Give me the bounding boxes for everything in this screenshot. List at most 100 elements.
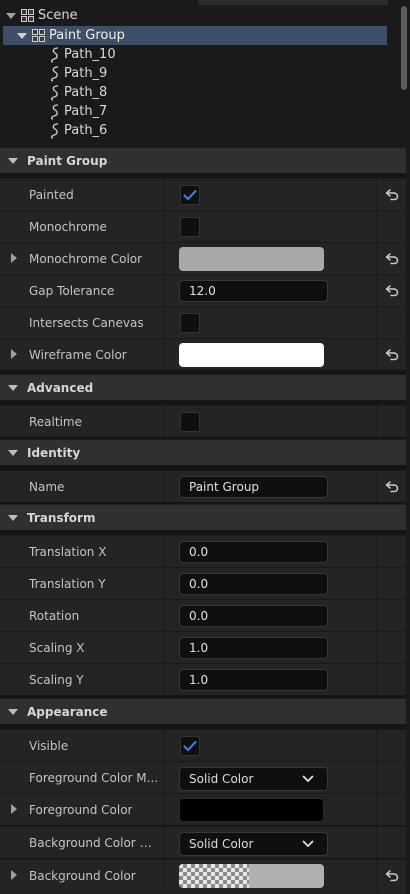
section-title: Appearance bbox=[27, 704, 108, 719]
expand-arrow-icon[interactable] bbox=[11, 349, 17, 359]
property-label: Name bbox=[29, 479, 65, 494]
property-label: Background Color bbox=[29, 868, 136, 883]
property-row-scaling-y: Scaling Y 1.0 bbox=[0, 663, 406, 695]
chevron-down-icon bbox=[302, 775, 314, 782]
reset-button[interactable] bbox=[378, 275, 406, 306]
paint-group-icon bbox=[32, 28, 46, 43]
reset-button[interactable] bbox=[378, 339, 406, 370]
section-header-appearance[interactable]: Appearance bbox=[0, 698, 406, 724]
property-row-gap-tolerance: Gap Tolerance 12.0 bbox=[0, 274, 406, 306]
property-row-translation-y: Translation Y 0.0 bbox=[0, 567, 406, 599]
details-scrollbar-track[interactable] bbox=[406, 146, 410, 894]
foreground-color-swatch[interactable] bbox=[179, 798, 324, 822]
tree-item-label: Scene bbox=[38, 8, 78, 23]
property-row-intersects-canvas: Intersects Canevas bbox=[0, 306, 406, 338]
collapse-arrow-icon[interactable] bbox=[8, 514, 18, 521]
checkmark-icon bbox=[183, 740, 197, 752]
realtime-checkbox[interactable] bbox=[180, 412, 200, 432]
painted-checkbox[interactable] bbox=[180, 185, 200, 205]
tree-item-label: Path_10 bbox=[64, 47, 116, 62]
property-label: Scaling Y bbox=[29, 672, 84, 687]
property-row-background-color-mode: Background Color M... Solid Color bbox=[0, 826, 406, 858]
outliner-scrollbar[interactable] bbox=[401, 6, 407, 90]
property-row-background-color: Background Color bbox=[0, 859, 406, 894]
collapse-arrow-icon[interactable] bbox=[8, 449, 18, 456]
name-input[interactable]: Paint Group bbox=[179, 476, 328, 498]
property-label: Foreground Color bbox=[29, 802, 133, 817]
tree-item-path[interactable]: Path_9 bbox=[49, 64, 107, 83]
property-label: Intersects Canevas bbox=[29, 315, 144, 330]
reset-button[interactable] bbox=[378, 243, 406, 274]
tree-item-scene[interactable]: Scene bbox=[6, 6, 78, 25]
tree-item-path[interactable]: Path_7 bbox=[49, 102, 107, 121]
tree-item-path[interactable]: Path_10 bbox=[49, 45, 116, 64]
property-row-visible: Visible bbox=[0, 729, 406, 761]
property-row-name: Name Paint Group bbox=[0, 470, 406, 502]
expand-arrow-icon[interactable] bbox=[11, 804, 17, 814]
reset-arrow-icon bbox=[385, 348, 399, 360]
tree-item-path[interactable]: Path_8 bbox=[49, 83, 107, 102]
property-row-scaling-x: Scaling X 1.0 bbox=[0, 631, 406, 663]
monochrome-checkbox[interactable] bbox=[180, 217, 200, 237]
scaling-x-input[interactable]: 1.0 bbox=[179, 637, 328, 659]
property-label: Foreground Color M... bbox=[29, 770, 159, 785]
property-row-foreground-color-mode: Foreground Color M... Solid Color bbox=[0, 761, 406, 793]
section-header-identity[interactable]: Identity bbox=[0, 439, 406, 465]
section-header-paint-group[interactable]: Paint Group bbox=[0, 147, 406, 173]
reset-arrow-icon bbox=[385, 869, 399, 881]
outliner-header-strip bbox=[198, 0, 388, 5]
property-label: Monochrome bbox=[29, 219, 107, 234]
expand-arrow-icon[interactable] bbox=[11, 253, 17, 263]
tree-item-path[interactable]: Path_6 bbox=[49, 121, 107, 140]
scaling-y-input[interactable]: 1.0 bbox=[179, 669, 328, 691]
expand-arrow-icon[interactable] bbox=[11, 870, 17, 880]
tree-item-label: Paint Group bbox=[49, 28, 125, 43]
property-label: Monochrome Color bbox=[29, 251, 143, 266]
translation-x-input[interactable]: 0.0 bbox=[179, 541, 328, 563]
monochrome-color-swatch[interactable] bbox=[179, 247, 324, 271]
reset-arrow-icon bbox=[385, 252, 399, 264]
reset-button[interactable] bbox=[378, 860, 406, 891]
section-title: Transform bbox=[27, 510, 96, 525]
reset-arrow-icon bbox=[385, 284, 399, 296]
property-label: Rotation bbox=[29, 608, 80, 623]
foreground-color-mode-dropdown[interactable]: Solid Color bbox=[179, 767, 328, 791]
intersects-canvas-checkbox[interactable] bbox=[180, 313, 200, 333]
property-label: Visible bbox=[29, 738, 69, 753]
collapse-arrow-icon[interactable] bbox=[8, 384, 18, 391]
dropdown-value: Solid Color bbox=[189, 837, 254, 851]
path-icon bbox=[50, 84, 59, 101]
path-icon bbox=[50, 65, 59, 82]
section-header-transform[interactable]: Transform bbox=[0, 504, 406, 530]
section-title: Paint Group bbox=[27, 153, 108, 168]
background-color-swatch[interactable] bbox=[179, 864, 324, 888]
collapse-arrow-icon[interactable] bbox=[8, 708, 18, 715]
property-label: Realtime bbox=[29, 414, 82, 429]
collapse-arrow-icon[interactable] bbox=[17, 32, 27, 39]
collapse-arrow-icon[interactable] bbox=[8, 157, 18, 164]
property-label: Scaling X bbox=[29, 640, 85, 655]
scene-outliner: Scene Paint Group Path_10 Path_9 Path_8 … bbox=[0, 0, 410, 146]
gap-tolerance-input[interactable]: 12.0 bbox=[179, 280, 328, 302]
path-icon bbox=[50, 46, 59, 63]
property-row-monochrome: Monochrome bbox=[0, 210, 406, 242]
visible-checkbox[interactable] bbox=[180, 736, 200, 756]
reset-button[interactable] bbox=[378, 179, 406, 210]
rotation-input[interactable]: 0.0 bbox=[179, 605, 328, 627]
section-header-advanced[interactable]: Advanced bbox=[0, 374, 406, 400]
property-row-rotation: Rotation 0.0 bbox=[0, 599, 406, 631]
property-row-wireframe-color: Wireframe Color bbox=[0, 338, 406, 370]
wireframe-color-swatch[interactable] bbox=[179, 343, 324, 367]
background-color-mode-dropdown[interactable]: Solid Color bbox=[179, 832, 328, 856]
section-title: Advanced bbox=[27, 380, 94, 395]
tree-item-label: Path_6 bbox=[64, 123, 108, 138]
scene-icon bbox=[21, 8, 35, 23]
tree-item-label: Path_9 bbox=[64, 66, 108, 81]
property-label: Background Color M... bbox=[29, 835, 161, 850]
tree-item-paint-group[interactable]: Paint Group bbox=[3, 26, 387, 45]
translation-y-input[interactable]: 0.0 bbox=[179, 573, 328, 595]
property-label: Gap Tolerance bbox=[29, 283, 115, 298]
reset-button[interactable] bbox=[378, 471, 406, 502]
collapse-arrow-icon[interactable] bbox=[6, 12, 16, 19]
property-row-realtime: Realtime bbox=[0, 405, 406, 437]
